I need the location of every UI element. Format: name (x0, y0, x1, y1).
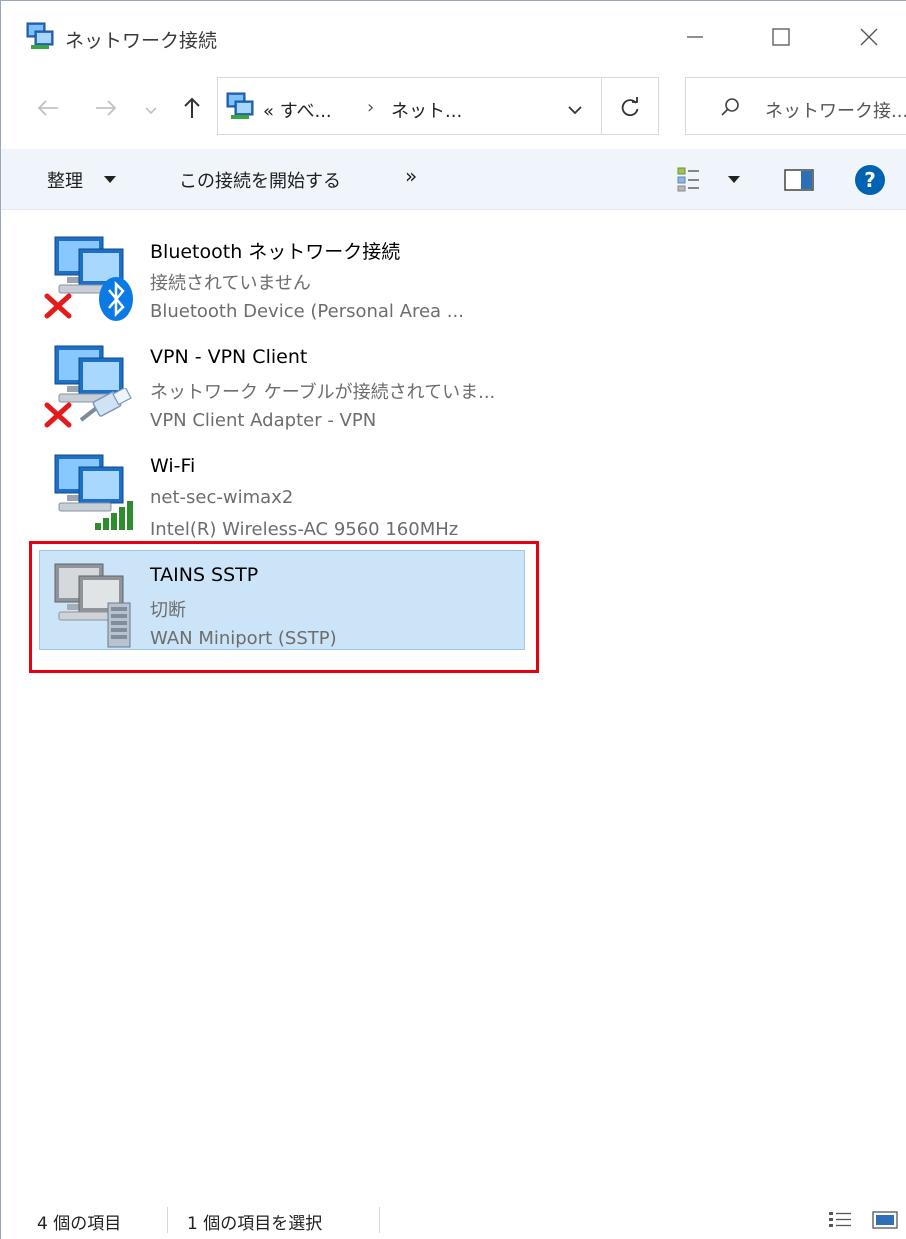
help-icon[interactable]: ? (853, 163, 887, 197)
connection-name: Bluetooth ネットワーク接続 (150, 241, 401, 263)
view-options-icon[interactable] (675, 165, 703, 193)
back-arrow-icon (37, 100, 58, 116)
address-dropdown-button[interactable] (561, 93, 589, 127)
refresh-icon (621, 97, 639, 117)
connection-status: 接続されていません (150, 273, 311, 294)
chevron-down-icon (145, 107, 157, 115)
breadcrumb-separator[interactable]: › (367, 97, 374, 118)
error-x-icon (44, 293, 72, 319)
server-icon (107, 602, 131, 648)
preview-pane-icon[interactable] (783, 167, 815, 193)
search-placeholder[interactable]: ネットワーク接... (765, 97, 906, 123)
recent-locations-button[interactable] (141, 93, 161, 127)
forward-arrow-icon (96, 100, 117, 116)
connection-name: Wi-Fi (150, 455, 196, 477)
connection-status: net-sec-wimax2 (150, 487, 294, 508)
large-icons-view-icon[interactable] (871, 1209, 899, 1231)
chevron-down-icon (568, 106, 582, 115)
search-icon (721, 98, 739, 116)
more-commands-button[interactable]: » (405, 164, 417, 188)
back-button[interactable] (31, 91, 65, 125)
connection-name: VPN - VPN Client (150, 346, 308, 368)
breadcrumb-network[interactable]: ネット... (391, 97, 462, 123)
status-separator (379, 1207, 380, 1233)
connection-status: 切断 (150, 600, 186, 621)
selected-count: 1 個の項目を選択 (187, 1214, 323, 1234)
status-separator (167, 1207, 168, 1233)
connection-item-bluetooth[interactable]: Bluetooth ネットワーク接続 接続されていません Bluetooth D… (39, 223, 525, 323)
title-bar[interactable]: ネットワーク接続 (1, 1, 906, 75)
network-connections-icon (26, 22, 54, 49)
maximize-icon (772, 28, 790, 46)
minimize-button[interactable] (665, 15, 725, 59)
error-x-icon (44, 402, 72, 428)
connection-device: Bluetooth Device (Personal Area ... (150, 301, 464, 322)
refresh-button[interactable] (613, 91, 647, 125)
location-icon (226, 92, 254, 119)
up-arrow-icon (184, 97, 200, 118)
organize-label: 整理 (47, 171, 83, 192)
minimize-icon (687, 36, 703, 38)
close-button[interactable] (839, 15, 899, 59)
details-view-icon[interactable] (827, 1209, 853, 1231)
svg-text:?: ? (864, 168, 876, 192)
connection-item-wifi[interactable]: Wi-Fi net-sec-wimax2 Intel(R) Wireless-A… (39, 441, 525, 541)
connection-device: Intel(R) Wireless-AC 9560 160MHz (150, 519, 459, 540)
forward-button[interactable] (89, 91, 123, 125)
network-connections-window: ネットワーク接続 « すべ... › ネット... ネットワーク接... 整理 … (0, 0, 906, 1239)
address-separator (601, 77, 602, 135)
bluetooth-icon (99, 277, 133, 321)
maximize-button[interactable] (751, 15, 811, 59)
up-button[interactable] (175, 91, 209, 125)
connection-status: ネットワーク ケーブルが接続されていま... (150, 382, 496, 403)
command-bar (1, 149, 906, 210)
breadcrumb-all[interactable]: « すべ... (263, 97, 332, 123)
close-icon (860, 28, 878, 46)
connection-item-tains-sstp[interactable]: TAINS SSTP 切断 WAN Miniport (SSTP) (39, 550, 525, 650)
connection-item-vpn[interactable]: VPN - VPN Client ネットワーク ケーブルが接続されていま... … (39, 332, 525, 432)
network-cable-icon (79, 388, 132, 422)
start-connection-button[interactable]: この接続を開始する (179, 167, 341, 193)
window-title: ネットワーク接続 (65, 30, 218, 52)
item-count: 4 個の項目 (37, 1214, 122, 1234)
connection-name: TAINS SSTP (150, 564, 259, 586)
organize-dropdown-icon (104, 176, 116, 183)
connection-device: WAN Miniport (SSTP) (150, 628, 337, 649)
view-dropdown-icon[interactable] (727, 175, 741, 185)
organize-menu[interactable]: 整理 (47, 167, 83, 193)
connection-device: VPN Client Adapter - VPN (150, 410, 377, 431)
wifi-signal-icon (95, 501, 133, 530)
